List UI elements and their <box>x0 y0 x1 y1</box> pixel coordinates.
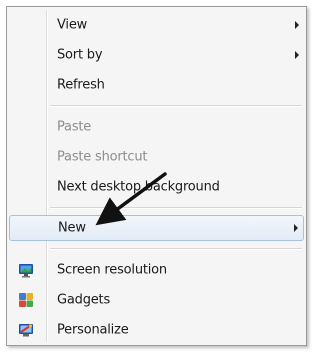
menu-item-label: Next desktop background <box>57 179 220 195</box>
submenu-arrow-icon <box>294 224 298 232</box>
menu-item-label: Screen resolution <box>57 262 167 278</box>
menu-item-refresh[interactable]: Refresh <box>9 72 304 98</box>
submenu-arrow-icon <box>295 51 299 59</box>
personalize-icon <box>19 324 33 337</box>
menu-item-new[interactable]: New <box>9 215 304 241</box>
screen-resolution-icon <box>19 264 33 278</box>
menu-item-sort-by[interactable]: Sort by <box>9 42 304 68</box>
menu-item-view[interactable]: View <box>9 12 304 38</box>
menu-item-screen-resolution[interactable]: Screen resolution <box>9 257 304 283</box>
gadgets-icon <box>19 293 33 307</box>
menu-item-paste-shortcut: Paste shortcut <box>9 144 304 170</box>
menu-item-label: View <box>57 17 88 33</box>
menu-item-label: New <box>58 220 86 236</box>
menu-item-label: Sort by <box>57 47 103 63</box>
menu-item-label: Paste <box>57 119 92 135</box>
submenu-arrow-icon <box>295 21 299 29</box>
menu-item-label: Paste shortcut <box>57 149 148 165</box>
menu-item-paste: Paste <box>9 114 304 140</box>
menu-item-label: Gadgets <box>57 292 111 308</box>
menu-item-label: Personalize <box>57 322 129 338</box>
menu-item-gadgets[interactable]: Gadgets <box>9 287 304 313</box>
menu-separator <box>50 207 302 209</box>
menu-item-next-desktop-background[interactable]: Next desktop background <box>9 174 304 200</box>
menu-separator <box>50 105 302 107</box>
menu-item-label: Refresh <box>57 77 105 93</box>
menu-separator <box>50 248 302 250</box>
desktop-context-menu: View Sort by Refresh Paste Paste shortcu… <box>6 6 307 346</box>
menu-item-personalize[interactable]: Personalize <box>9 317 304 343</box>
